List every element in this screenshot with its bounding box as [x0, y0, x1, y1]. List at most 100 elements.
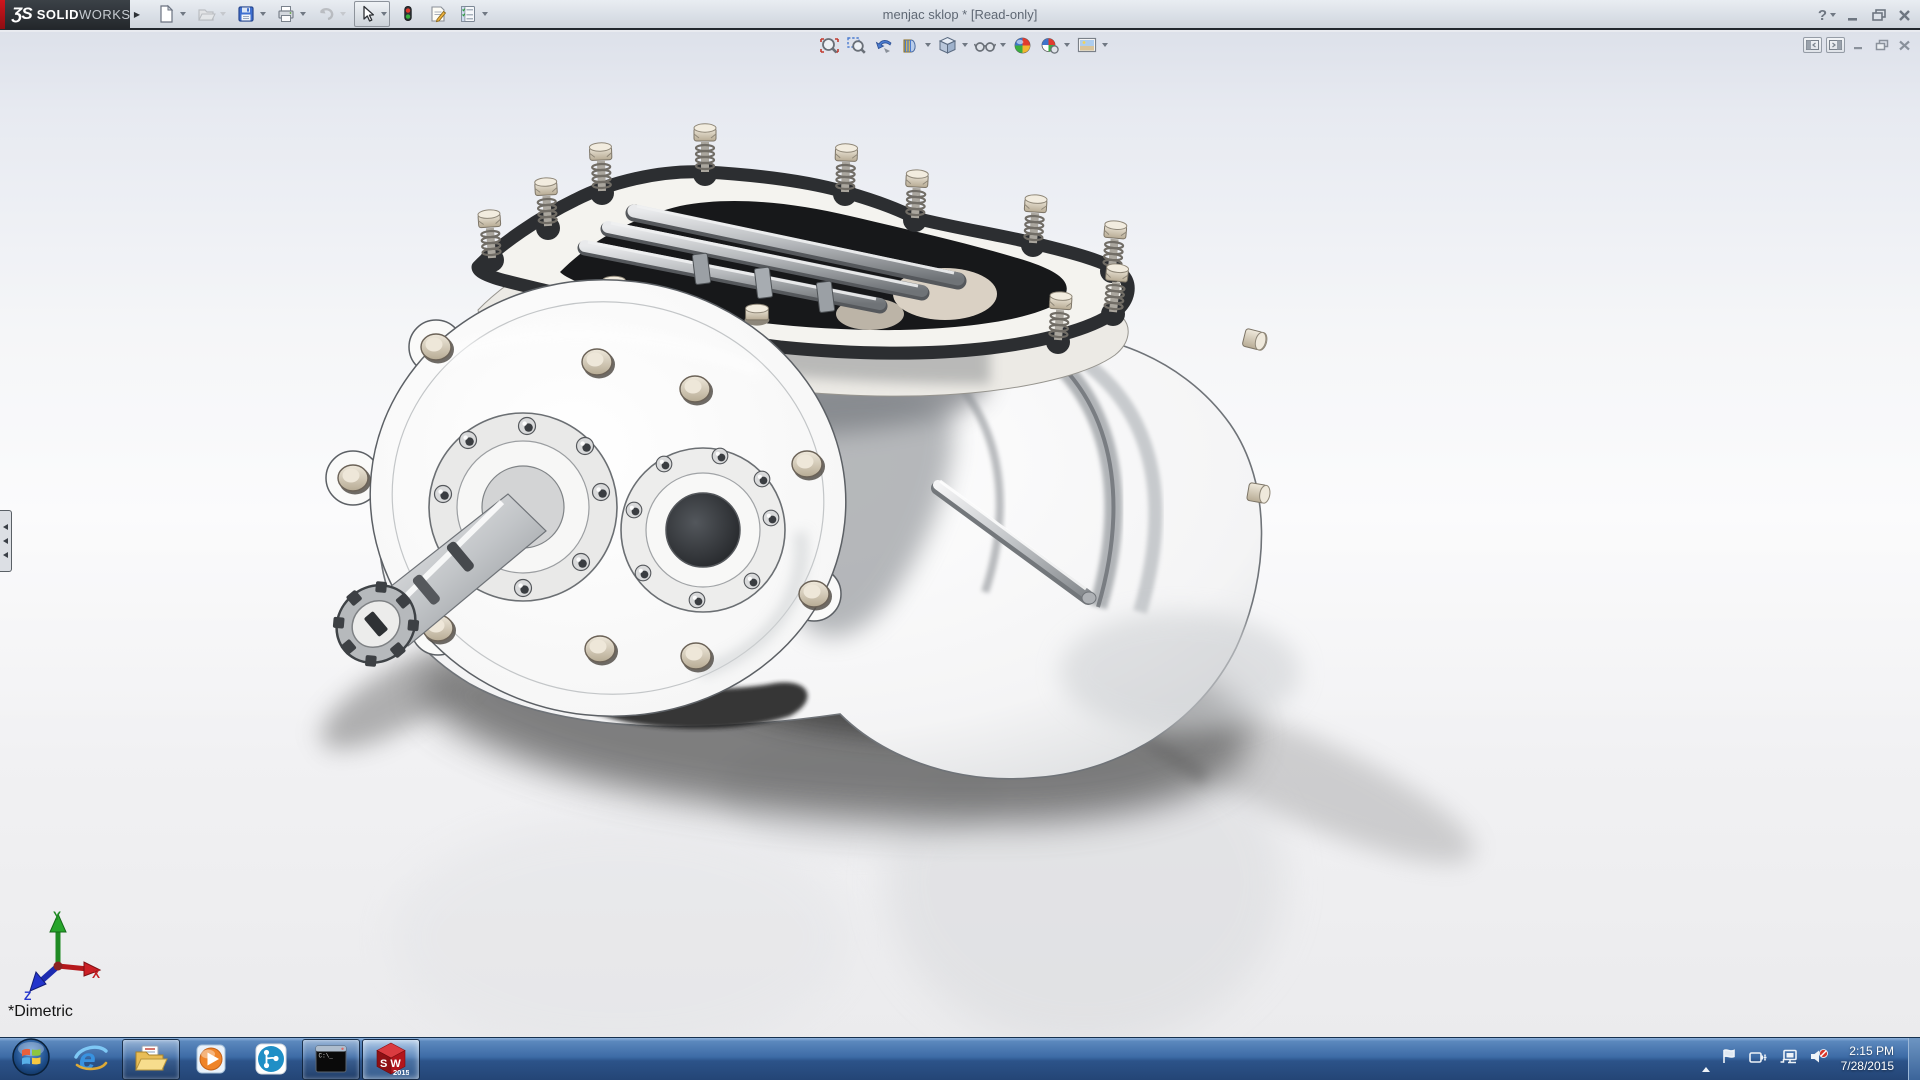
- zoom-to-area-button[interactable]: [845, 33, 868, 57]
- help-button[interactable]: ?: [1818, 7, 1836, 24]
- internet-explorer-icon: e: [73, 1041, 109, 1077]
- doc-minimize-button[interactable]: [1849, 37, 1868, 53]
- logo-red-stripe: [0, 0, 5, 29]
- taskbar-branch-app[interactable]: [242, 1039, 300, 1080]
- toggle-left-pane-button[interactable]: [1803, 37, 1822, 53]
- standard-toolbar: [154, 0, 490, 29]
- graphics-viewport[interactable]: Y X Z *Dimetric: [0, 32, 1920, 1037]
- solidworks-cube-icon: SW 2015: [373, 1041, 409, 1077]
- right-pane-icon: [1829, 40, 1842, 50]
- taskbar-windows-explorer[interactable]: [122, 1039, 180, 1080]
- section-view-icon: [900, 35, 921, 56]
- system-tray: 2:15 PM 7/28/2015: [1702, 1038, 1920, 1080]
- new-document-button[interactable]: [154, 1, 188, 27]
- select-cursor-icon: [357, 4, 377, 24]
- options-checklist-icon: [458, 4, 478, 24]
- left-pane-icon: [1806, 40, 1819, 50]
- taskbar-media-player[interactable]: [182, 1039, 240, 1080]
- document-window-controls: [1803, 37, 1914, 53]
- hide-show-items-icon: [1012, 35, 1033, 56]
- network-button[interactable]: [1779, 1049, 1798, 1070]
- clock-date: 7/28/2015: [1841, 1059, 1894, 1074]
- axis-triad: Y X Z: [16, 908, 108, 1000]
- start-button[interactable]: [11, 1037, 51, 1080]
- apply-scene-icon: [1076, 35, 1098, 56]
- window-controls: ?: [1818, 0, 1912, 30]
- edit-appearance-button[interactable]: [1038, 33, 1071, 57]
- volume-muted-icon: [1809, 1048, 1829, 1065]
- undo-button[interactable]: [314, 1, 348, 27]
- save-floppy-icon: [236, 4, 256, 24]
- restore-button[interactable]: [1871, 8, 1887, 22]
- power-plug-icon: [1749, 1049, 1768, 1065]
- housing-bolt[interactable]: [1246, 482, 1271, 504]
- doc-restore-button[interactable]: [1872, 37, 1891, 53]
- new-document-icon: [156, 4, 176, 24]
- apply-scene-button[interactable]: [1075, 33, 1109, 57]
- display-style-button[interactable]: [973, 33, 1007, 57]
- headsup-view-toolbar: [818, 33, 1109, 57]
- collapsed-panel-tab[interactable]: [0, 510, 12, 572]
- network-icon: [1779, 1049, 1798, 1065]
- branch-app-icon: [253, 1041, 289, 1077]
- section-view-button[interactable]: [899, 33, 932, 57]
- file-properties-button[interactable]: [426, 1, 450, 27]
- taskbar-internet-explorer[interactable]: e: [62, 1039, 120, 1080]
- action-center-button[interactable]: [1721, 1048, 1738, 1070]
- minimize-button[interactable]: [1846, 9, 1861, 22]
- flag-icon: [1721, 1048, 1738, 1065]
- collapse-arrow-icon: [3, 524, 8, 530]
- options-button[interactable]: [456, 1, 490, 27]
- previous-view-button[interactable]: [872, 33, 895, 57]
- solidworks-logo[interactable]: ƷS SOLID WORKS: [0, 0, 130, 29]
- print-button[interactable]: [274, 1, 308, 27]
- titlebar: ƷS SOLID WORKS ▶: [0, 0, 1920, 30]
- display-style-glasses-icon: [974, 35, 996, 56]
- zoom-to-fit-icon: [819, 35, 840, 56]
- rebuild-traffic-light-icon: [398, 4, 418, 24]
- doc-restore-icon: [1875, 39, 1889, 51]
- x-axis-label: X: [92, 967, 100, 981]
- menu-expand-arrow[interactable]: ▶: [130, 0, 144, 29]
- media-player-icon: [193, 1041, 229, 1077]
- z-axis-label: Z: [24, 989, 31, 1000]
- clock-time: 2:15 PM: [1841, 1044, 1894, 1059]
- select-tool-button[interactable]: [354, 1, 390, 27]
- open-folder-icon: [196, 4, 216, 24]
- doc-minimize-icon: [1853, 40, 1865, 50]
- close-button[interactable]: [1897, 9, 1912, 22]
- volume-button[interactable]: [1809, 1048, 1829, 1070]
- close-icon: [1897, 9, 1912, 22]
- save-button[interactable]: [234, 1, 268, 27]
- right-bearing-boss[interactable]: [621, 448, 785, 612]
- collapse-arrow-icon: [3, 552, 8, 558]
- power-button[interactable]: [1749, 1049, 1768, 1070]
- housing-bolt[interactable]: [1242, 328, 1269, 351]
- show-desktop-button[interactable]: [1908, 1038, 1920, 1080]
- y-axis-label: Y: [53, 909, 61, 923]
- show-hidden-icons-button[interactable]: [1702, 1050, 1710, 1068]
- gearbox-3d-model[interactable]: [0, 32, 1920, 1037]
- edit-appearance-icon: [1039, 35, 1060, 56]
- open-button[interactable]: [194, 1, 228, 27]
- rebuild-button[interactable]: [396, 1, 420, 27]
- hide-show-items-button[interactable]: [1011, 33, 1034, 57]
- logo-text-works: WORKS: [79, 7, 131, 22]
- doc-close-button[interactable]: [1895, 37, 1914, 53]
- minimize-icon: [1846, 9, 1861, 22]
- view-orientation-label: *Dimetric: [8, 1003, 73, 1021]
- toggle-right-pane-button[interactable]: [1826, 37, 1845, 53]
- taskbar: e: [0, 1037, 1920, 1080]
- view-orientation-cube-icon: [937, 35, 958, 56]
- help-caret-icon: [1830, 13, 1836, 17]
- taskbar-clock[interactable]: 2:15 PM 7/28/2015: [1841, 1044, 1894, 1074]
- previous-view-icon: [873, 35, 894, 56]
- view-orientation-button[interactable]: [936, 33, 969, 57]
- taskbar-command-prompt[interactable]: C:\_: [302, 1039, 360, 1080]
- taskbar-solidworks[interactable]: SW 2015: [362, 1039, 420, 1080]
- collapse-arrow-icon: [3, 538, 8, 544]
- zoom-to-fit-button[interactable]: [818, 33, 841, 57]
- restore-icon: [1871, 8, 1887, 22]
- print-icon: [276, 4, 296, 24]
- cmd-prompt-text: C:\_: [319, 1053, 334, 1060]
